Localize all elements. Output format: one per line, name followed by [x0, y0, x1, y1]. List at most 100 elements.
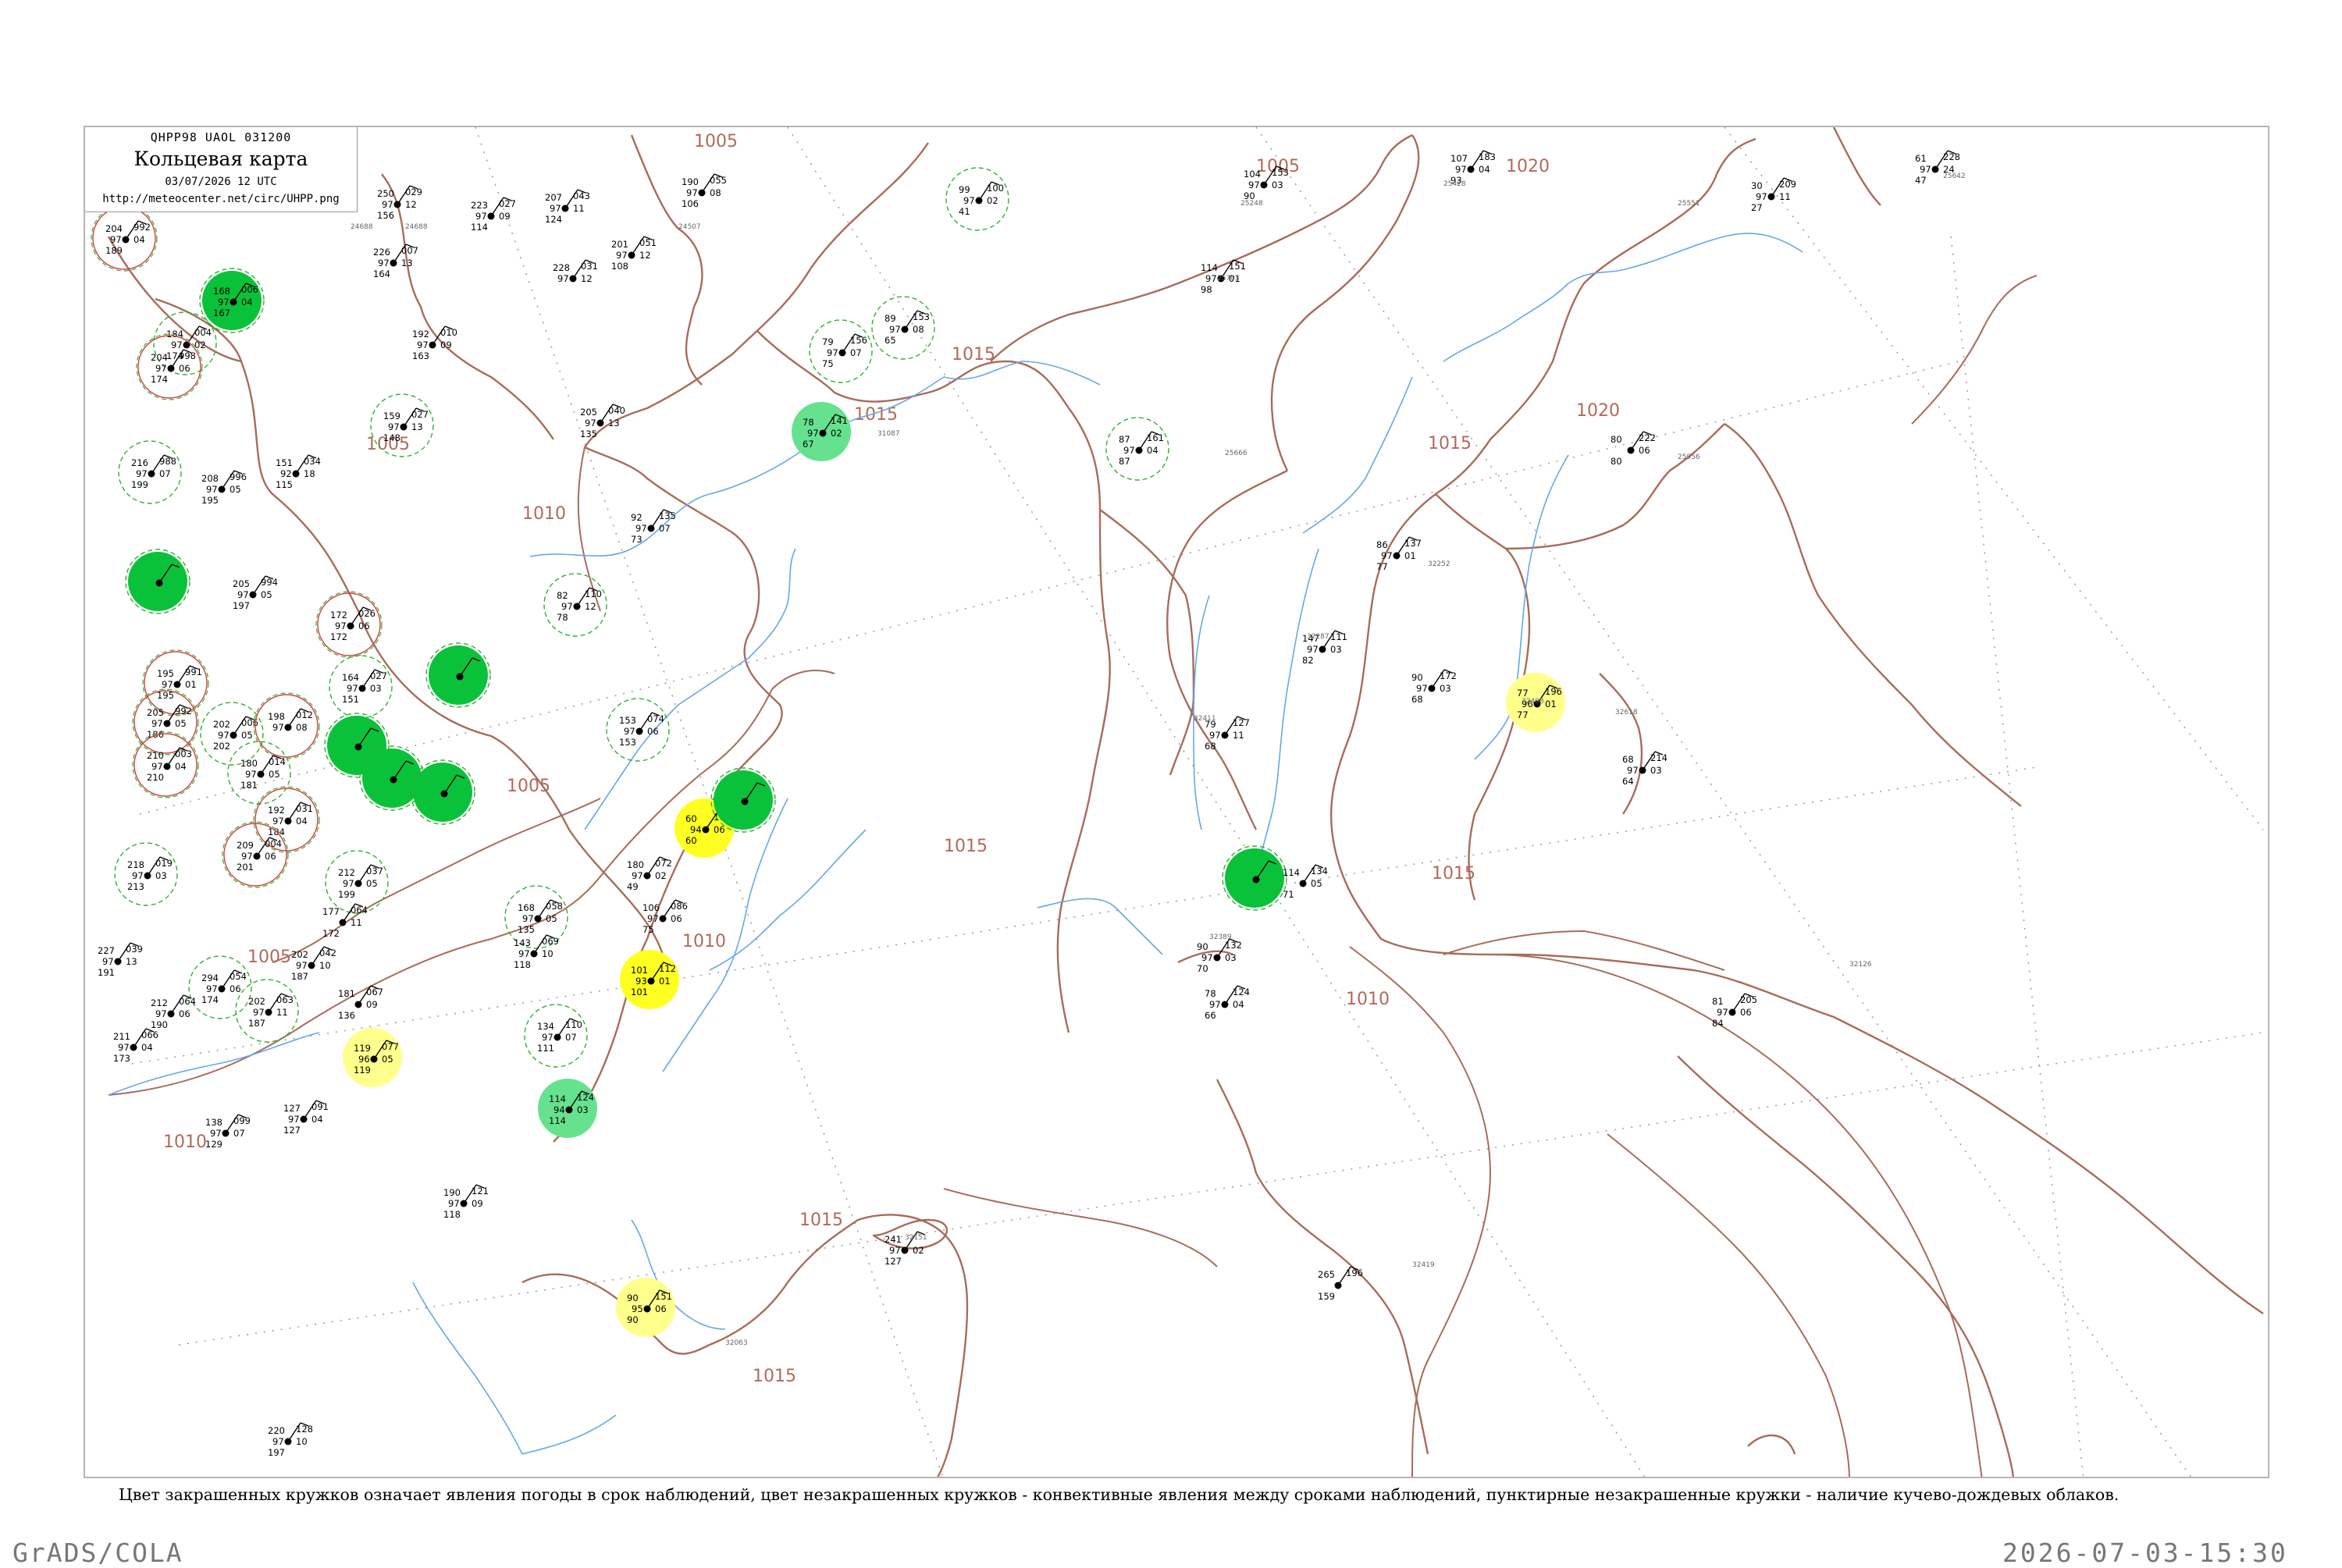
pressure-tendency: 06: [230, 983, 241, 994]
station-plot: 22697164 007 13: [373, 244, 418, 279]
pressure: 156: [850, 335, 867, 346]
weather-code: 97: [378, 258, 390, 268]
isobar-label: 1015: [753, 1367, 796, 1386]
pressure: 153: [913, 311, 930, 322]
pressure: 031: [296, 803, 313, 814]
station-plot: 21897213 01903: [114, 842, 178, 906]
dewpoint: 114: [471, 222, 488, 233]
weather-code: 97: [417, 340, 429, 350]
render-timestamp: 2026-07-03-15:30: [2002, 1538, 2288, 1568]
pressure: 040: [608, 405, 625, 416]
weather-code: 97: [388, 421, 400, 432]
temperature: 212: [338, 867, 355, 878]
weather-code: 97: [585, 418, 596, 428]
pressure: 100: [987, 183, 1004, 194]
weather-code: 97: [382, 199, 393, 210]
weather-code: 94: [690, 824, 702, 835]
pressure: 007: [401, 245, 418, 256]
isobars: [108, 275, 2038, 1477]
pressure-tendency: 03: [155, 870, 167, 881]
dewpoint: 98: [1201, 284, 1212, 295]
pressure: 091: [311, 1101, 329, 1112]
station-plot: 20897195 996 05: [201, 470, 247, 506]
pressure: 069: [542, 936, 559, 947]
weather-code: 97: [162, 679, 173, 690]
pressure-tendency: 11: [276, 1007, 288, 1018]
isobar-label: 1010: [1346, 990, 1390, 1009]
pressure-tendency: 04: [141, 1042, 153, 1053]
weather-code: 97: [272, 1436, 284, 1447]
pressure: 027: [411, 409, 429, 420]
pressure: 991: [185, 667, 202, 677]
station-plot: 12797127 091 04: [283, 1100, 329, 1136]
dewpoint: 65: [884, 335, 896, 346]
map-canvas: 1005 1005 1020 1015 1015 1020 1015 1005 …: [91, 127, 2264, 1477]
dewpoint: 167: [213, 308, 230, 318]
pressure: 012: [296, 709, 313, 720]
pressure-tendency: 10: [296, 1436, 308, 1447]
temperature: 204: [105, 223, 123, 234]
station-plot: 22897 03112: [553, 259, 598, 284]
temperature: 68: [1622, 754, 1634, 765]
weather-code: 97: [807, 428, 819, 439]
weather-code: 97: [889, 324, 901, 335]
temperature: 134: [537, 1021, 554, 1032]
dewpoint: 151: [342, 694, 359, 705]
station-plot: 22397114 027 09: [471, 197, 516, 233]
pressure: 014: [269, 756, 286, 767]
station-plot: 909770 13203: [1197, 938, 1242, 974]
temperature: 153: [619, 715, 636, 726]
dewpoint: 66: [1205, 1010, 1216, 1021]
temperature: 101: [631, 965, 648, 976]
weather-code: 97: [635, 523, 647, 534]
pressure: 043: [573, 190, 590, 201]
temperature: 77: [1517, 688, 1529, 699]
weather-code: 97: [241, 851, 253, 862]
station-name: 32252: [1428, 560, 1450, 568]
pressure-tendency: 08: [296, 722, 308, 733]
dewpoint: 187: [248, 1018, 265, 1029]
pressure-tendency: 06: [671, 913, 682, 924]
temperature: 181: [338, 988, 355, 999]
temperature: 180: [627, 859, 644, 870]
temperature: 180: [240, 758, 258, 769]
pressure-tendency: 09: [472, 1198, 483, 1209]
weather-code: 97: [647, 913, 659, 924]
isobar-label: 1010: [682, 932, 726, 951]
product-code: QHPP98 UAOL 031200: [150, 130, 292, 144]
pressure-tendency: 02: [194, 340, 206, 350]
dewpoint: 108: [611, 261, 628, 272]
temperature: 205: [580, 407, 597, 418]
pressure: 019: [155, 858, 173, 869]
dewpoint: 129: [205, 1139, 222, 1150]
map-datetime: 03/07/2026 12 UTC: [165, 176, 277, 188]
pressure-tendency: 07: [159, 468, 171, 479]
temperature: 82: [557, 590, 568, 601]
station-plot: [1222, 845, 1287, 911]
station-plot: 20797124 043 11: [545, 189, 590, 225]
temperature: 218: [127, 859, 144, 870]
pressure-tendency: 02: [987, 195, 998, 206]
weather-code: 97: [557, 273, 569, 284]
weather-code: 97: [1209, 999, 1221, 1010]
weather-code: 97: [245, 769, 257, 780]
dewpoint: 75: [822, 358, 834, 369]
pressure-tendency: 12: [405, 199, 417, 210]
pressure-tendency: 05: [366, 878, 378, 889]
pressure-tendency: 10: [542, 948, 553, 959]
pressure-tendency: 12: [581, 273, 593, 284]
pressure: 099: [233, 1115, 251, 1126]
dewpoint: 136: [338, 1010, 355, 1021]
dewpoint: 82: [1302, 655, 1314, 666]
station-plot: 19097106 05508: [682, 173, 727, 209]
pressure-tendency: 05: [175, 718, 187, 729]
temperature: 114: [1283, 867, 1300, 878]
map-title: Кольцевая карта: [133, 148, 308, 170]
temperature: 114: [549, 1093, 566, 1104]
pressure-tendency: 05: [230, 484, 241, 495]
pressure: 010: [440, 327, 457, 338]
temperature: 86: [1376, 539, 1388, 550]
dewpoint: 118: [443, 1209, 461, 1220]
weather-code: 96: [358, 1054, 370, 1065]
isobar-label: 1020: [1506, 157, 1550, 176]
